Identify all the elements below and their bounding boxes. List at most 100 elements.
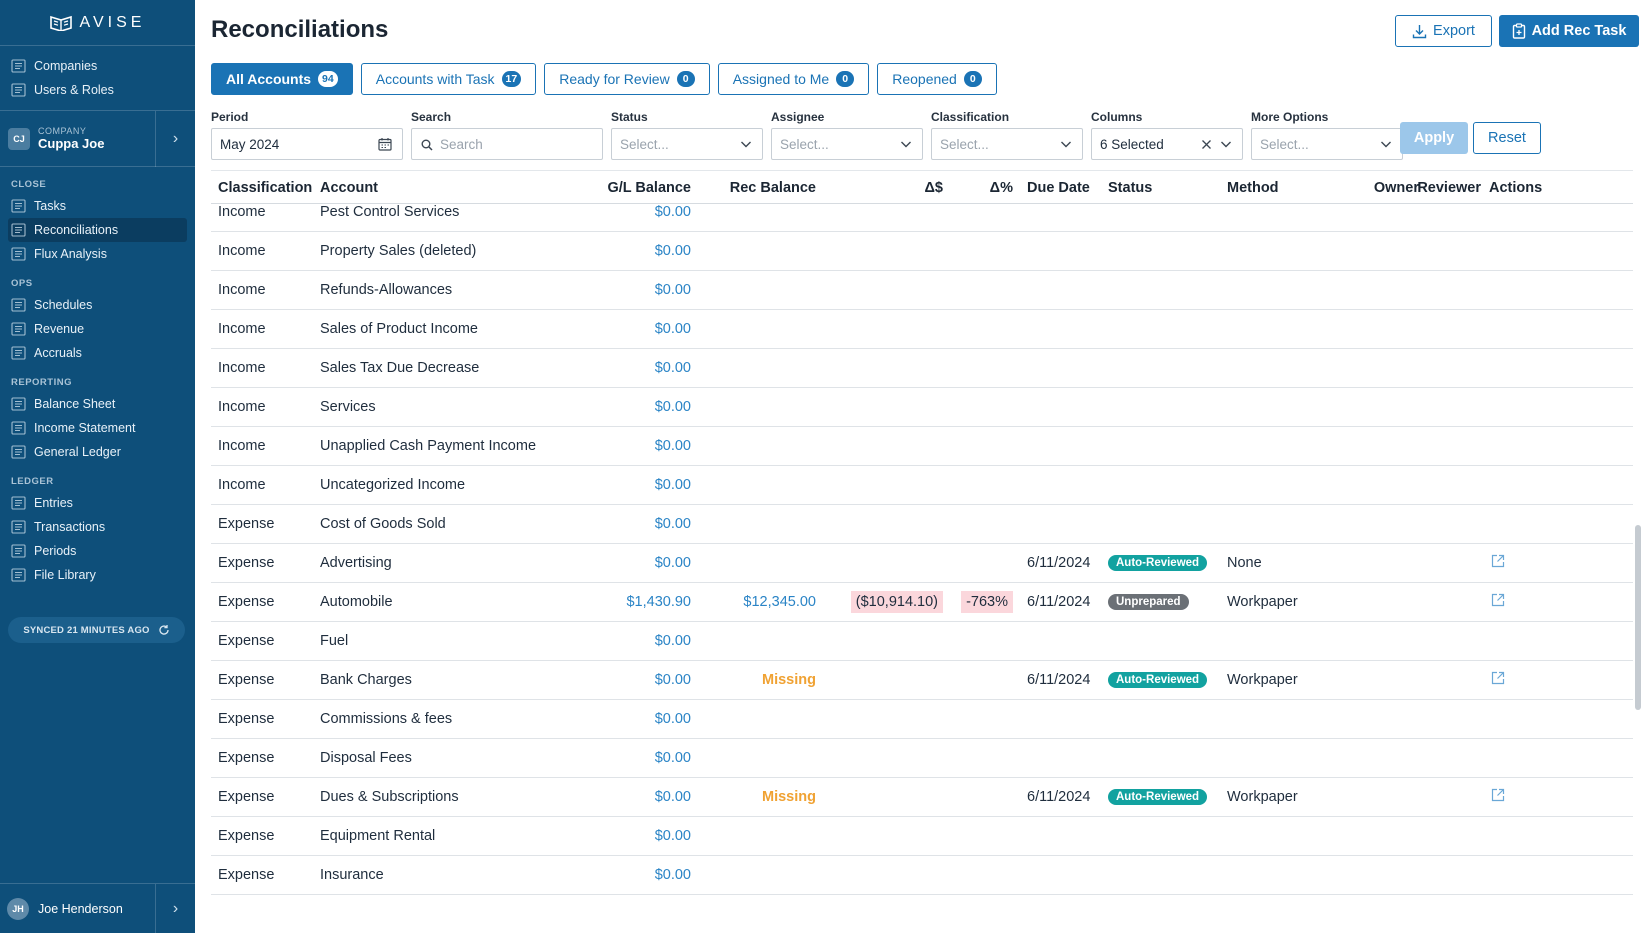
- user-menu[interactable]: JH Joe Henderson ›: [0, 883, 195, 933]
- table-row[interactable]: Income Property Sales (deleted) $0.00: [211, 232, 1633, 271]
- table-row[interactable]: Expense Cost of Goods Sold $0.00: [211, 505, 1633, 544]
- column-header-6[interactable]: Due Date: [1027, 171, 1102, 205]
- scrollbar-thumb[interactable]: [1635, 525, 1641, 710]
- sidebar-item-tasks[interactable]: Tasks: [0, 194, 187, 218]
- export-button[interactable]: Export: [1395, 15, 1492, 47]
- cell-classification: Expense: [218, 594, 275, 610]
- cell-gl-balance: $0.00: [654, 360, 691, 376]
- open-task-button[interactable]: [1490, 592, 1506, 612]
- tab-reopened[interactable]: Reopened 0: [877, 63, 997, 95]
- column-header-4[interactable]: Δ$: [831, 171, 944, 205]
- table-row[interactable]: Income Sales of Product Income $0.00: [211, 310, 1633, 349]
- tab-assigned-to-me[interactable]: Assigned to Me 0: [717, 63, 870, 95]
- scrollbar[interactable]: [1633, 170, 1643, 933]
- sidebar-item-label: Accruals: [34, 346, 82, 360]
- column-header-0[interactable]: Classification: [218, 171, 313, 205]
- period-value: May 2024: [220, 136, 280, 152]
- sidebar-item-income-statement[interactable]: Income Statement: [0, 416, 187, 440]
- sidebar-item-revenue[interactable]: Revenue: [0, 317, 187, 341]
- column-header-5[interactable]: Δ%: [956, 171, 1013, 205]
- delta-dollars-value: ($10,914.10): [850, 591, 943, 613]
- apply-button[interactable]: Apply: [1400, 122, 1468, 154]
- table-row[interactable]: Expense Disposal Fees $0.00: [211, 739, 1633, 778]
- chevron-down-icon: [901, 141, 911, 148]
- column-header-11[interactable]: Actions: [1489, 171, 1549, 205]
- company-switcher[interactable]: CJ COMPANY Cuppa Joe ›: [0, 111, 195, 167]
- sidebar-item-general-ledger[interactable]: General Ledger: [0, 440, 187, 464]
- tab-accounts-with-task[interactable]: Accounts with Task 17: [360, 63, 537, 95]
- columns-select[interactable]: 6 Selected: [1091, 128, 1243, 160]
- sidebar-item-file-library[interactable]: File Library: [0, 563, 187, 587]
- tab-all-accounts[interactable]: All Accounts 94: [211, 63, 353, 95]
- open-task-button[interactable]: [1490, 787, 1506, 807]
- external-link-icon[interactable]: [1490, 670, 1506, 686]
- chevron-right-icon[interactable]: ›: [155, 884, 195, 933]
- table-row[interactable]: Income Sales Tax Due Decrease $0.00: [211, 349, 1633, 388]
- section-label-ledger: LEDGER: [11, 476, 54, 487]
- chevron-down-icon: [1061, 141, 1071, 148]
- table-row[interactable]: Expense Commissions & fees $0.00: [211, 700, 1633, 739]
- period-picker[interactable]: May 2024: [211, 128, 403, 160]
- sidebar-item-companies[interactable]: Companies: [0, 54, 187, 78]
- cell-gl-balance: $0.00: [654, 243, 691, 259]
- table-row[interactable]: Expense Equipment Rental $0.00: [211, 817, 1633, 856]
- column-header-2[interactable]: G/L Balance: [591, 171, 691, 205]
- sidebar-item-label: Balance Sheet: [34, 397, 116, 411]
- logo[interactable]: AVISE: [0, 0, 195, 46]
- add-rec-task-button[interactable]: Add Rec Task: [1499, 15, 1639, 47]
- search-input[interactable]: Search: [411, 128, 603, 160]
- cell-classification: Expense: [218, 789, 275, 805]
- more-options-select[interactable]: Select...: [1251, 128, 1403, 160]
- status-select[interactable]: Select...: [611, 128, 763, 160]
- sidebar-item-flux-analysis[interactable]: Flux Analysis: [0, 242, 187, 266]
- sidebar-item-entries[interactable]: Entries: [0, 491, 187, 515]
- table-row[interactable]: Expense Dues & Subscriptions $0.00 Missing 6…: [211, 778, 1633, 817]
- external-link-icon[interactable]: [1490, 787, 1506, 803]
- table-row[interactable]: Expense Automobile $1,430.90 $12,345.00 ($10…: [211, 583, 1633, 622]
- more-options-placeholder: Select...: [1260, 136, 1309, 152]
- sidebar-item-users-roles[interactable]: Users & Roles: [0, 78, 187, 102]
- chevron-right-icon[interactable]: ›: [155, 111, 195, 167]
- column-header-7[interactable]: Status: [1108, 171, 1218, 205]
- table-row[interactable]: Expense Fuel $0.00: [211, 622, 1633, 661]
- sync-status[interactable]: SYNCED 21 MINUTES AGO: [8, 617, 185, 643]
- classification-select[interactable]: Select...: [931, 128, 1083, 160]
- column-header-8[interactable]: Method: [1227, 171, 1337, 205]
- cell-gl-balance: $0.00: [654, 477, 691, 493]
- reconciliations-table: Classification Account G/L Balance Rec Bala…: [211, 170, 1633, 933]
- table-row[interactable]: Income Unapplied Cash Payment Income $0.00: [211, 427, 1633, 466]
- refresh-icon[interactable]: [158, 624, 170, 636]
- open-task-button[interactable]: [1490, 670, 1506, 690]
- clear-icon[interactable]: [1201, 139, 1212, 150]
- cell-classification: Expense: [218, 555, 275, 571]
- table-row[interactable]: Expense Insurance $0.00: [211, 856, 1633, 895]
- entries-icon: [11, 496, 26, 510]
- table-row[interactable]: Income Uncategorized Income $0.00: [211, 466, 1633, 505]
- sidebar-item-periods[interactable]: Periods: [0, 539, 187, 563]
- sidebar-item-balance-sheet[interactable]: Balance Sheet: [0, 392, 187, 416]
- table-row[interactable]: Expense Advertising $0.00 6/11/2024 Auto-Rev…: [211, 544, 1633, 583]
- cell-gl-balance: $0.00: [654, 399, 691, 415]
- assignee-select[interactable]: Select...: [771, 128, 923, 160]
- book-icon: [11, 445, 26, 459]
- reset-button[interactable]: Reset: [1473, 122, 1541, 154]
- sidebar-item-transactions[interactable]: Transactions: [0, 515, 187, 539]
- more-options-label: More Options: [1251, 110, 1329, 124]
- download-icon: [1412, 24, 1427, 38]
- external-link-icon[interactable]: [1490, 553, 1506, 569]
- column-header-3[interactable]: Rec Balance: [701, 171, 816, 205]
- column-header-9[interactable]: Owner: [1341, 171, 1419, 205]
- column-header-1[interactable]: Account: [320, 171, 590, 205]
- sidebar-item-label: Income Statement: [34, 421, 136, 435]
- external-link-icon[interactable]: [1490, 592, 1506, 608]
- cell-gl-balance: $0.00: [654, 867, 691, 883]
- sidebar-item-schedules[interactable]: Schedules: [0, 293, 187, 317]
- table-row[interactable]: Expense Bank Charges $0.00 Missing 6/11/2024…: [211, 661, 1633, 700]
- table-row[interactable]: Income Refunds-Allowances $0.00: [211, 271, 1633, 310]
- sidebar-item-accruals[interactable]: Accruals: [0, 341, 187, 365]
- table-row[interactable]: Income Services $0.00: [211, 388, 1633, 427]
- column-header-10[interactable]: Reviewer: [1417, 171, 1481, 205]
- sidebar-item-reconciliations[interactable]: Reconciliations: [8, 218, 187, 242]
- tab-ready-for-review[interactable]: Ready for Review 0: [544, 63, 710, 95]
- open-task-button[interactable]: [1490, 553, 1506, 573]
